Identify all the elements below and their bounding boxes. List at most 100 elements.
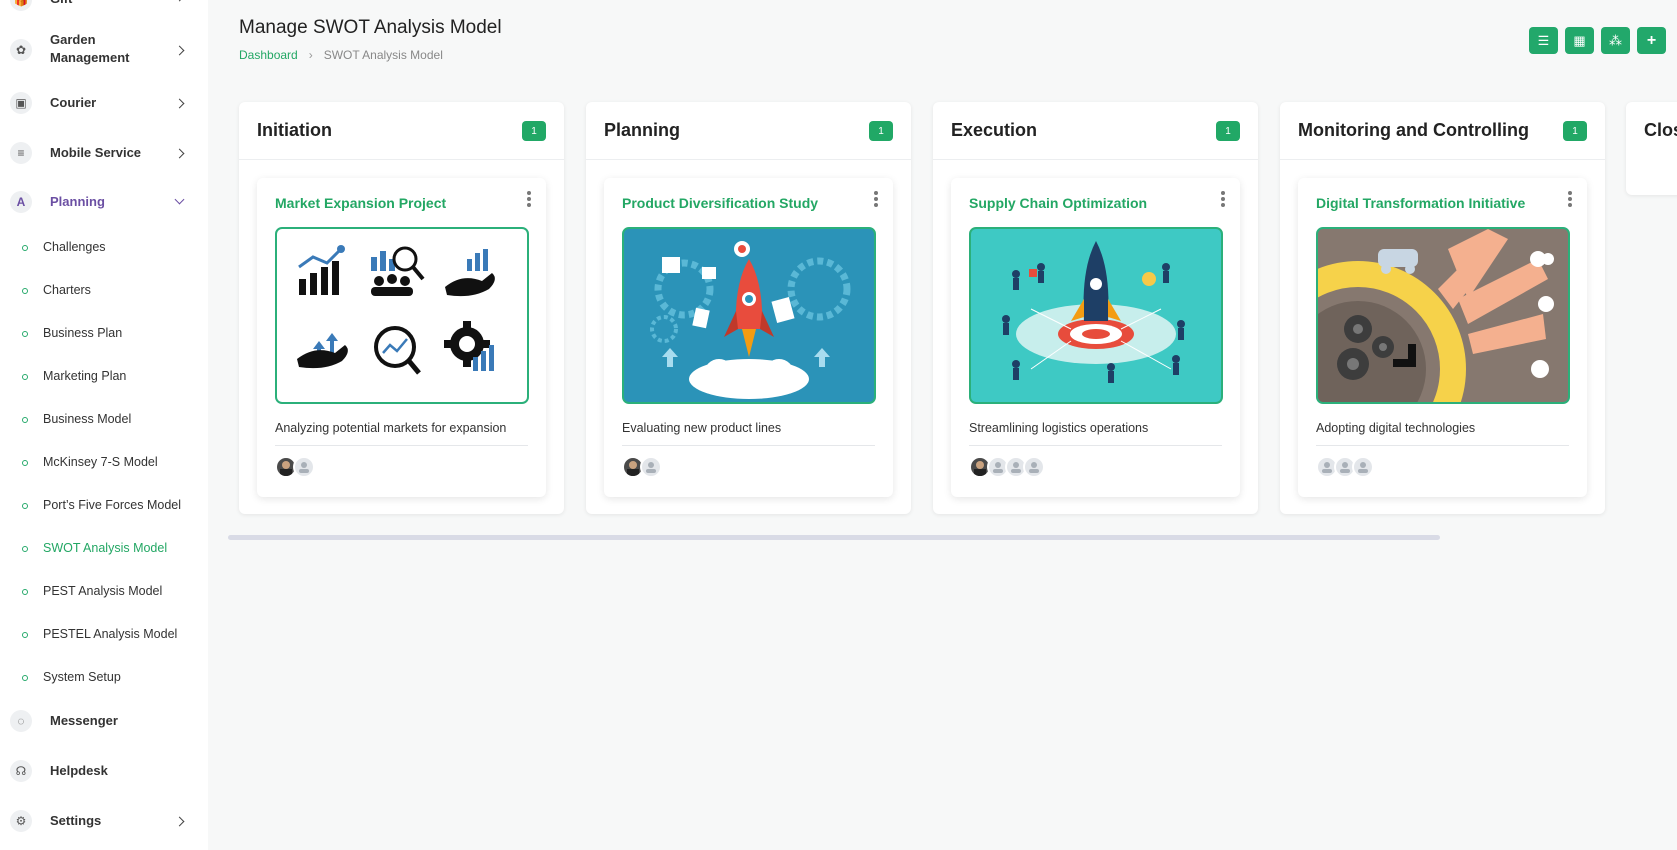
assignee-avatars <box>275 456 315 478</box>
sidebar-item-mobile-service[interactable]: ≡ Mobile Service <box>0 142 208 164</box>
card-title[interactable]: Supply Chain Optimization <box>969 195 1147 211</box>
submenu-item-challenges[interactable]: Challenges <box>0 238 208 258</box>
add-button[interactable]: + <box>1637 27 1666 54</box>
divider <box>969 445 1222 446</box>
breadcrumb-current: SWOT Analysis Model <box>323 48 443 62</box>
bullet-icon <box>22 675 28 681</box>
column-title: Execution <box>951 120 1038 140</box>
chevron-right-icon <box>174 98 185 109</box>
sidebar-item-gift[interactable]: 🎁 Gift <box>0 0 208 11</box>
card-image <box>1316 227 1570 404</box>
sidebar-item-helpdesk[interactable]: ☊ Helpdesk <box>0 760 208 782</box>
column-title: Planning <box>604 120 680 140</box>
submenu-item-mckinsey[interactable]: McKinsey 7-S Model <box>0 453 208 473</box>
grid-view-button[interactable]: ▦ <box>1565 27 1594 54</box>
headset-icon: ☊ <box>10 760 32 782</box>
kanban-column-initiation: Initiation 1 Market Expansion Project An… <box>239 102 564 514</box>
sidebar-item-settings[interactable]: ⚙ Settings <box>0 810 208 832</box>
card-image <box>622 227 876 404</box>
avatar-placeholder-icon[interactable] <box>1352 456 1374 478</box>
avatar-placeholder-icon[interactable] <box>293 456 315 478</box>
column-title: Initiation <box>257 120 332 140</box>
sidebar-item-garden-management[interactable]: ✿ Garden Management <box>0 30 208 70</box>
chevron-down-icon <box>174 194 185 205</box>
submenu-item-business-plan[interactable]: Business Plan <box>0 324 208 344</box>
main-content: Manage SWOT Analysis Model Dashboard › SWO… <box>208 0 1677 850</box>
chevron-right-icon <box>174 148 185 159</box>
card-title[interactable]: Product Diversification Study <box>622 195 818 211</box>
assignee-avatars <box>622 456 662 478</box>
column-count-badge: 1 <box>522 121 546 141</box>
card-description: Analyzing potential markets for expansio… <box>275 421 507 435</box>
tree-icon: ✿ <box>10 39 32 61</box>
kanban-column-closing: Clos <box>1626 102 1677 195</box>
card-image <box>275 227 529 404</box>
sidebar: 🎁 Gift ✿ Garden Management ▣ Courier ≡ M… <box>0 0 208 850</box>
bullet-icon <box>22 374 28 380</box>
card-description: Adopting digital technologies <box>1316 421 1476 435</box>
submenu-item-five-forces[interactable]: Port’s Five Forces Model <box>0 496 208 516</box>
bullet-icon <box>22 546 28 552</box>
divider <box>275 445 528 446</box>
more-options-icon[interactable] <box>1567 191 1573 207</box>
submenu-item-pest[interactable]: PEST Analysis Model <box>0 582 208 602</box>
task-card[interactable]: Digital Transformation Initiative Adopti… <box>1298 178 1587 497</box>
card-description: Evaluating new product lines <box>622 421 782 435</box>
gift-icon: 🎁 <box>10 0 32 11</box>
column-title: Monitoring and Controlling <box>1298 120 1529 140</box>
submenu-item-business-model[interactable]: Business Model <box>0 410 208 430</box>
assignee-avatars <box>1316 456 1374 478</box>
kanban-view-button[interactable]: ⁂ <box>1601 27 1630 54</box>
kanban-icon: ⁂ <box>1609 32 1622 48</box>
page-title: Manage SWOT Analysis Model <box>239 17 502 38</box>
submenu-item-system-setup[interactable]: System Setup <box>0 668 208 688</box>
list-view-button[interactable]: ☰ <box>1529 27 1558 54</box>
divider <box>1316 445 1569 446</box>
horizontal-scrollbar[interactable] <box>228 535 1440 540</box>
grid-view-icon: ▦ <box>1573 32 1586 48</box>
bullet-icon <box>22 331 28 337</box>
chevron-right-icon <box>174 0 185 2</box>
divider <box>622 445 875 446</box>
column-count-badge: 1 <box>1563 121 1587 141</box>
chevron-right-icon: › <box>308 48 313 62</box>
submenu-item-pestel[interactable]: PESTEL Analysis Model <box>0 625 208 645</box>
task-card[interactable]: Product Diversification Study Evaluating… <box>604 178 893 497</box>
card-title[interactable]: Market Expansion Project <box>275 195 446 211</box>
kanban-column-execution: Execution 1 Supply Chain Optimization St… <box>933 102 1258 514</box>
kanban-column-planning: Planning 1 Product Diversification Study <box>586 102 911 514</box>
box-icon: ▣ <box>10 92 32 114</box>
breadcrumb-dashboard-link[interactable]: Dashboard <box>239 48 298 62</box>
avatar-placeholder-icon[interactable] <box>640 456 662 478</box>
sidebar-item-planning[interactable]: A Planning <box>0 191 208 213</box>
list-view-icon: ☰ <box>1537 32 1550 48</box>
card-title[interactable]: Digital Transformation Initiative <box>1316 195 1525 211</box>
chat-icon: ◌ <box>10 710 32 732</box>
sidebar-item-messenger[interactable]: ◌ Messenger <box>0 710 208 732</box>
submenu-item-charters[interactable]: Charters <box>0 281 208 301</box>
submenu-item-marketing-plan[interactable]: Marketing Plan <box>0 367 208 387</box>
view-toolbar: ☰ ▦ ⁂ + <box>1529 27 1666 54</box>
breadcrumb: Dashboard › SWOT Analysis Model <box>239 48 443 62</box>
more-options-icon[interactable] <box>1220 191 1226 207</box>
bullet-icon <box>22 288 28 294</box>
more-options-icon[interactable] <box>526 191 532 207</box>
more-options-icon[interactable] <box>873 191 879 207</box>
column-title: Clos <box>1644 120 1677 140</box>
card-image <box>969 227 1223 404</box>
bullet-icon <box>22 503 28 509</box>
bullet-icon <box>22 460 28 466</box>
avatar-placeholder-icon[interactable] <box>1023 456 1045 478</box>
bullet-icon <box>22 245 28 251</box>
bullet-icon <box>22 589 28 595</box>
gear-icon: ⚙ <box>10 810 32 832</box>
task-card[interactable]: Supply Chain Optimization Streamlining l… <box>951 178 1240 497</box>
card-description: Streamlining logistics operations <box>969 421 1149 435</box>
plus-icon: + <box>1646 31 1657 49</box>
planning-icon: A <box>10 191 32 213</box>
task-card[interactable]: Market Expansion Project Analyzing poten… <box>257 178 546 497</box>
chevron-right-icon <box>174 45 185 56</box>
submenu-item-swot[interactable]: SWOT Analysis Model <box>0 539 208 559</box>
sidebar-item-courier[interactable]: ▣ Courier <box>0 92 208 114</box>
chevron-right-icon <box>174 816 185 827</box>
